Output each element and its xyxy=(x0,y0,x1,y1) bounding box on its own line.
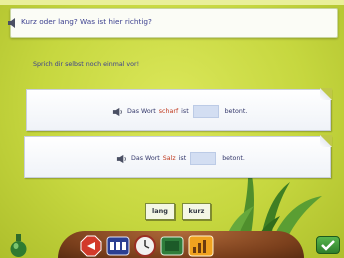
stop-icon[interactable] xyxy=(80,235,102,257)
answer-kurz-button[interactable]: kurz xyxy=(182,203,211,220)
numbers-icon[interactable] xyxy=(106,236,130,256)
clock-icon[interactable] xyxy=(134,235,156,257)
sentence-2: Das Wort Salz ist betont. xyxy=(116,152,245,165)
sentence-text-after: betont. xyxy=(222,155,245,162)
bottle-icon[interactable] xyxy=(8,232,30,258)
sentence-text-before: Das Wort xyxy=(127,108,156,115)
stats-icon[interactable] xyxy=(188,235,214,257)
sentence-text-middle: ist xyxy=(178,155,187,162)
top-border xyxy=(0,0,344,5)
answer-drop-zone-2[interactable] xyxy=(190,152,217,165)
sentence-text-after: betont. xyxy=(224,108,248,115)
instruction-text: Sprich dir selbst noch einmal vor! xyxy=(33,61,140,68)
speaker-icon[interactable] xyxy=(7,17,19,29)
keyword-scharf: scharf xyxy=(158,108,179,115)
answer-lang-button[interactable]: lang xyxy=(145,203,175,220)
sentence-text-before: Das Wort xyxy=(131,155,160,162)
speaker-icon[interactable] xyxy=(116,154,127,164)
sentence-1: Das Wort scharf ist betont. xyxy=(112,105,247,118)
sentence-card-1: Das Wort scharf ist betont. xyxy=(26,88,332,131)
page-curl xyxy=(320,88,332,100)
page-curl xyxy=(320,135,332,147)
answer-drop-zone-1[interactable] xyxy=(192,105,219,118)
task-title: Kurz oder lang? Was ist hier richtig? xyxy=(21,17,152,26)
sentence-text-middle: ist xyxy=(181,108,189,115)
board-icon[interactable] xyxy=(160,236,184,256)
exercise-screen: Kurz oder lang? Was ist hier richtig? Sp… xyxy=(0,0,344,258)
speaker-icon[interactable] xyxy=(112,107,123,117)
checkmark-icon xyxy=(321,240,335,251)
keyword-salz: Salz xyxy=(162,155,176,162)
confirm-button[interactable] xyxy=(316,236,340,254)
task-header: Kurz oder lang? Was ist hier richtig? xyxy=(7,8,338,38)
bottom-toolbar xyxy=(58,231,304,258)
sentence-card-2: Das Wort Salz ist betont. xyxy=(24,135,332,178)
